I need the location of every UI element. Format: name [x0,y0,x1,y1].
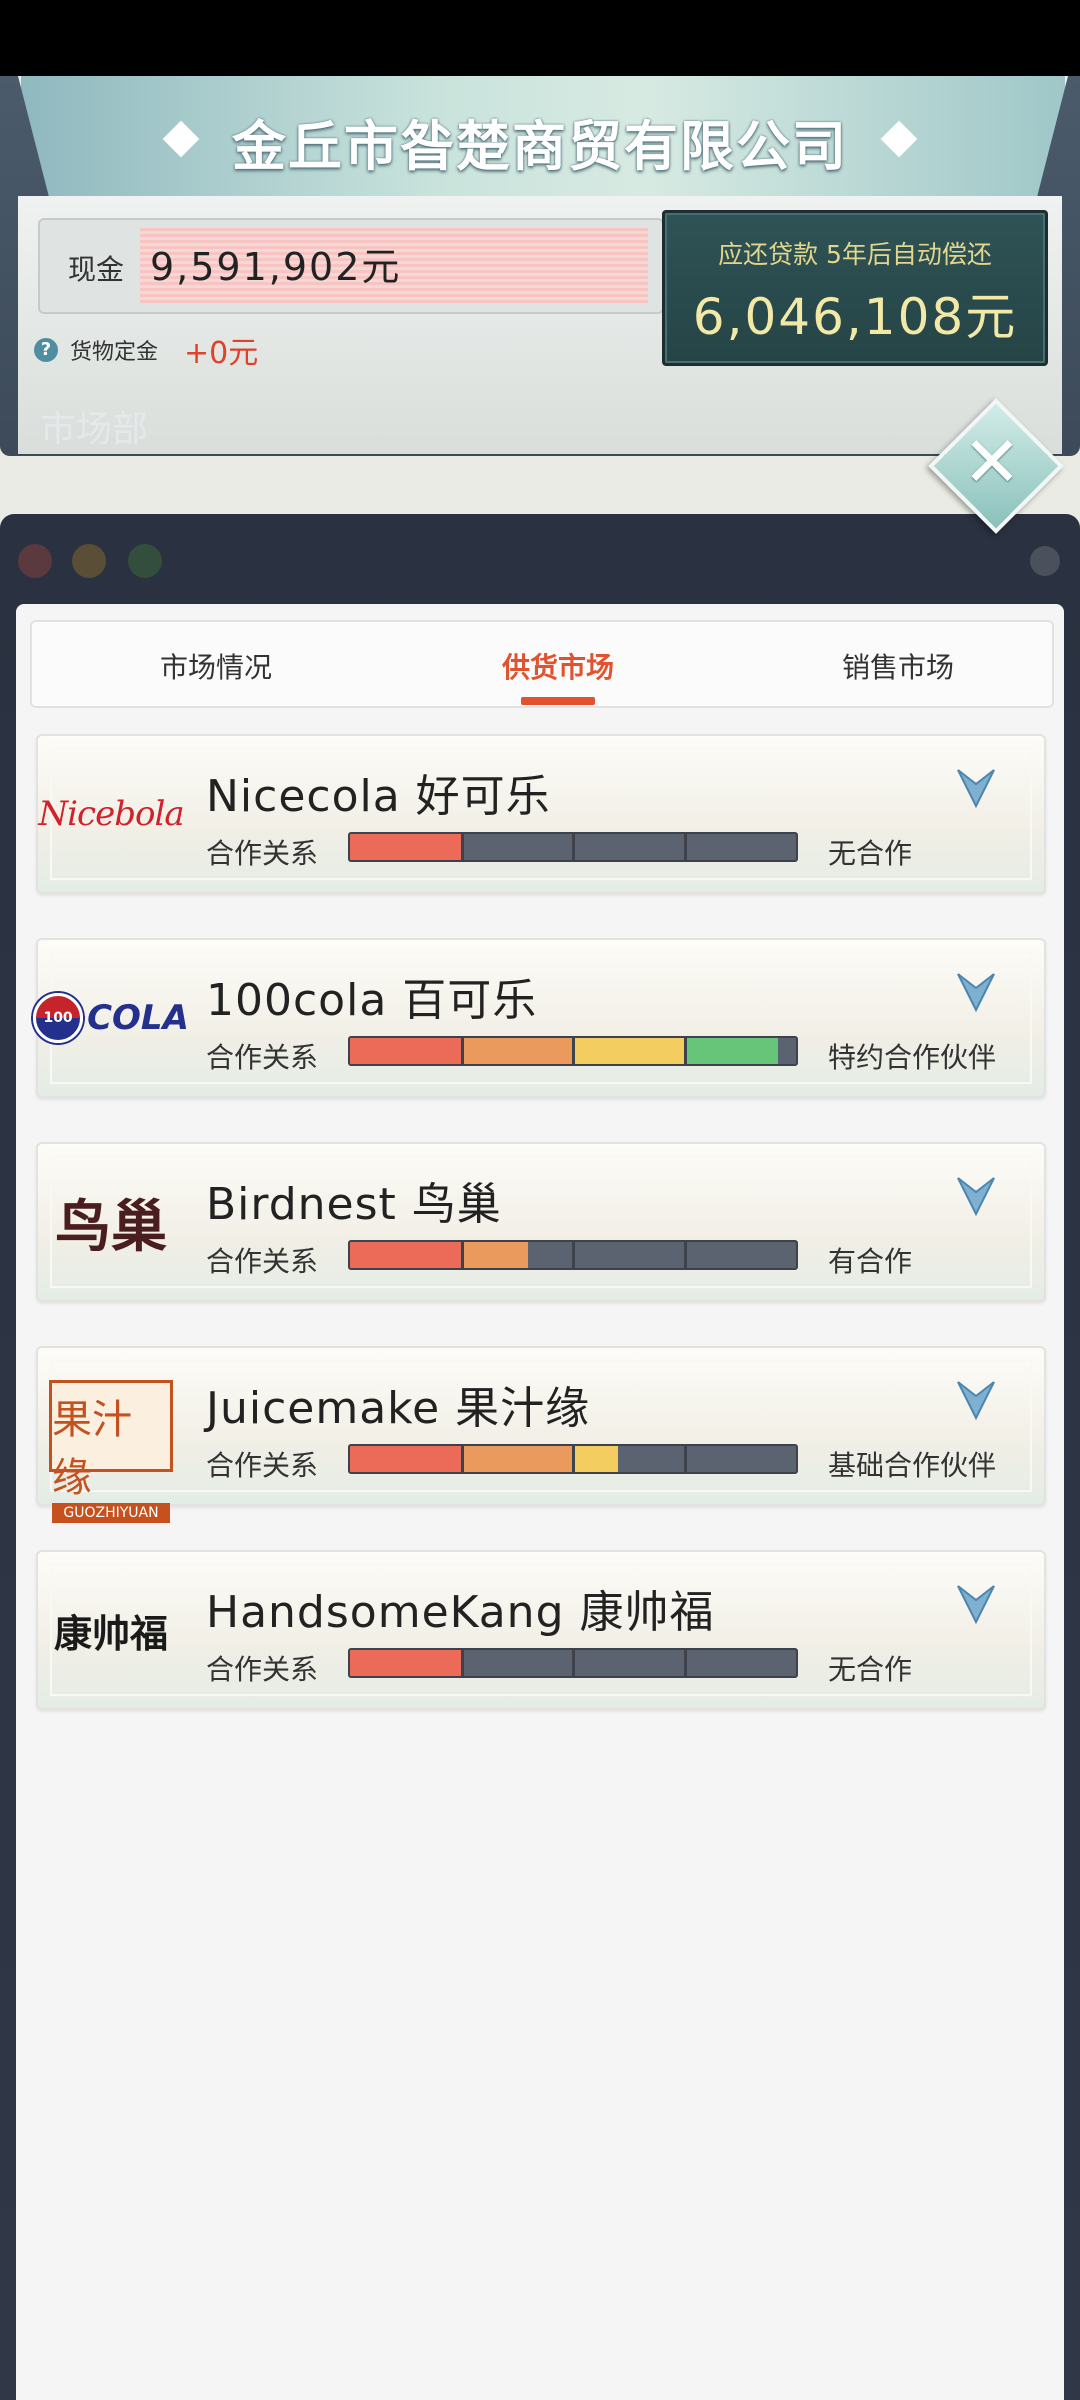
expand-chevron-icon[interactable] [956,1582,996,1626]
relation-bar-divider [460,1446,464,1472]
nicecola-logo: Nicebola [38,758,184,870]
supplier-card[interactable]: Nicebola Nicecola 好可乐 合作关系 无合作 [36,734,1046,894]
relation-bar-divider [460,1650,464,1676]
relation-bar-divider [683,1242,687,1268]
tab-bar: 市场情况 供货市场 销售市场 [30,620,1054,708]
help-icon[interactable]: ? [34,338,58,362]
supplier-name: Juicemake 果汁缘 [206,1383,591,1434]
relation-bar-fill [461,1242,529,1268]
relation-bar-fill [350,1650,462,1676]
relation-status: 有合作 [828,1245,913,1278]
department-title: 市场部 [40,409,149,450]
logo-subtext: GUOZHIYUAN [52,1503,170,1523]
relation-bar [348,1444,798,1474]
relation-bar-divider [572,1038,575,1064]
relation-status: 基础合作伙伴 [828,1449,997,1482]
finance-panel: 现金 9,591,902元 ? 货物定金 +0元 应还贷款 5年后自动偿还 6,… [18,196,1062,454]
expand-chevron-icon[interactable] [956,1378,996,1422]
loan-box: 应还贷款 5年后自动偿还 6,046,108元 [662,210,1048,366]
cash-box: 现金 9,591,902元 [38,218,664,314]
relation-bar-fill [350,834,462,860]
relation-bar-fill [350,1242,462,1268]
relation-bar-fill [461,1038,573,1064]
loan-label: 应还贷款 5年后自动偿还 [718,240,992,269]
relation-bar-divider [460,1038,464,1064]
relation-bar-divider [683,834,687,860]
dialog-content: 市场情况 供货市场 销售市场 Nicebola Nicecola 好可乐 合作关… [16,604,1064,2400]
cash-value: 9,591,902元 [150,245,402,289]
supplier-card[interactable]: 鸟巢 Birdnest 鸟巢 合作关系 有合作 [36,1142,1046,1302]
window-dot-yellow [72,544,106,578]
juicemake-logo: 果汁缘 GUOZHIYUAN [48,1370,174,1523]
relation-label: 合作关系 [206,1653,319,1686]
supplier-card[interactable]: 康帅福 HandsomeKang 康帅福 合作关系 无合作 [36,1550,1046,1710]
supplier-name: Birdnest 鸟巢 [206,1179,502,1230]
relation-label: 合作关系 [206,1449,319,1482]
logo-text: COLA [87,998,189,1038]
supplier-name: 100cola 百可乐 [206,975,538,1026]
active-tab-indicator [521,697,595,705]
relation-bar-divider [683,1650,687,1676]
birdnest-logo: 鸟巢 [48,1166,174,1278]
expand-chevron-icon[interactable] [956,1174,996,1218]
100cola-logo: 100 COLA [33,962,189,1074]
deposit-row: ? 货物定金 +0元 [34,328,258,372]
logo-text: 康帅福 [53,1610,168,1656]
status-bar [0,0,1080,76]
company-name: 金丘市昝楚商贸有限公司 [232,115,848,178]
window-dot-green [128,544,162,578]
window-dot-gray [1030,546,1060,576]
supplier-name: Nicecola 好可乐 [206,771,551,822]
relation-bar-divider [572,834,575,860]
cash-label: 现金 [68,253,125,286]
relation-bar-fill [350,1038,462,1064]
relation-bar-divider [572,1650,575,1676]
relation-bar-fill [350,1446,462,1472]
expand-chevron-icon[interactable] [956,970,996,1014]
logo-text: 鸟巢 [55,1193,167,1260]
company-header: 金丘市昝楚商贸有限公司 现金 9,591,902元 ? 货物定金 +0元 应还贷… [0,76,1080,456]
supplier-card[interactable]: 果汁缘 GUOZHIYUAN Juicemake 果汁缘 合作关系 基础合作伙伴 [36,1346,1046,1523]
expand-chevron-icon[interactable] [956,766,996,810]
relation-bar-divider [683,1038,687,1064]
relation-bar [348,832,798,862]
supplier-card[interactable]: 100 COLA 100cola 百可乐 合作关系 特约合作伙伴 [33,938,1046,1098]
market-dialog: 市场情况 供货市场 销售市场 Nicebola Nicecola 好可乐 合作关… [0,514,1080,2400]
relation-bar-divider [572,1242,575,1268]
supplier-name: HandsomeKang 康帅福 [206,1587,715,1638]
tab-supply-market[interactable]: 供货市场 [408,646,708,686]
relation-label: 合作关系 [206,837,319,870]
relation-bar [348,1648,798,1678]
tab-market-overview[interactable]: 市场情况 [66,646,366,686]
window-dot-red [18,544,52,578]
relation-status: 无合作 [828,1653,913,1686]
close-button[interactable]: ✕ [928,398,1064,534]
relation-bar [348,1240,798,1270]
handsomekang-logo: 康帅福 [48,1574,174,1686]
relation-bar-divider [683,1446,687,1472]
deposit-label: 货物定金 [70,340,159,365]
relation-label: 合作关系 [206,1245,319,1278]
relation-bar-fill [461,1446,573,1472]
tab-sales-market[interactable]: 销售市场 [748,646,1048,686]
relation-bar-fill [684,1038,779,1064]
logo-text: 果汁缘 [52,1397,132,1501]
relation-bar [348,1036,798,1066]
relation-bar-divider [572,1446,575,1472]
logo-text: Nicebola [38,794,184,834]
relation-bar-fill [573,1446,618,1472]
relation-label: 合作关系 [206,1041,319,1074]
relation-bar-divider [460,834,464,860]
relation-status: 特约合作伙伴 [828,1041,997,1074]
relation-status: 无合作 [828,837,913,870]
relation-bar-divider [460,1242,464,1268]
loan-value: 6,046,108元 [692,288,1018,346]
close-icon: ✕ [962,421,1022,503]
relation-bar-fill [573,1038,685,1064]
deposit-value: +0元 [184,336,259,371]
logo-badge: 100 [33,993,84,1043]
